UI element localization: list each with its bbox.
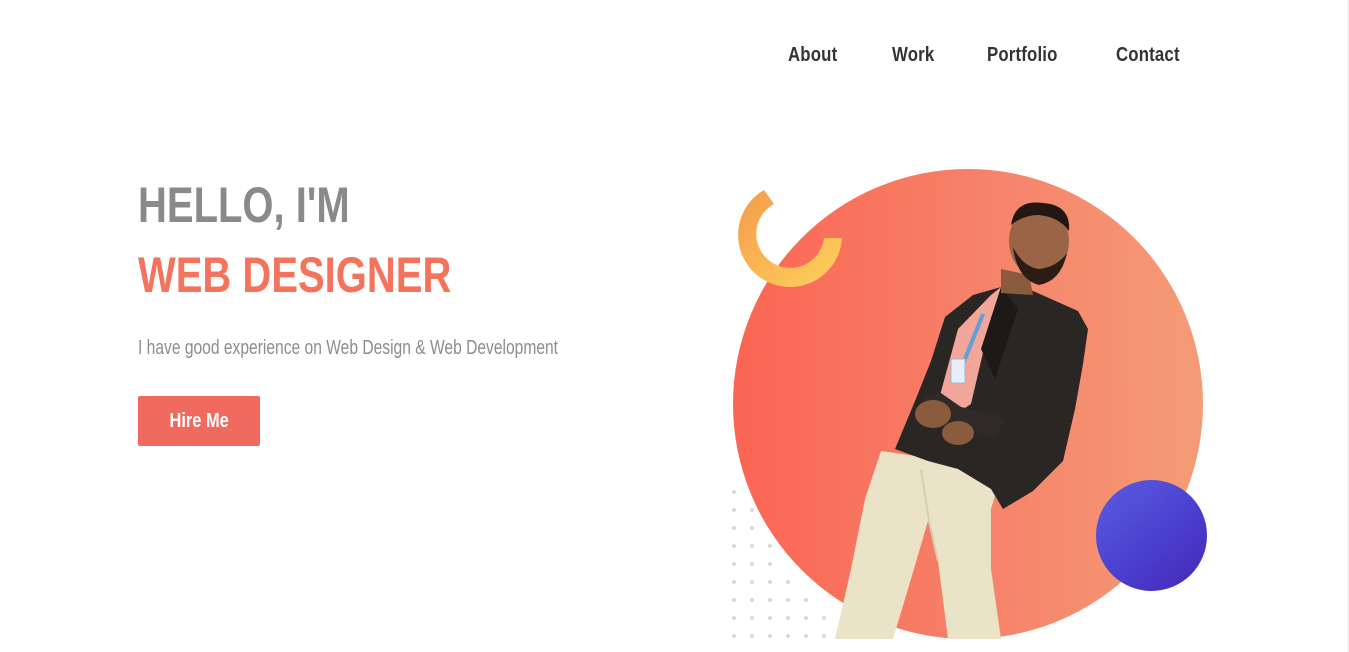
hire-me-label: Hire Me [169, 409, 229, 432]
nav-contact[interactable]: Contact [1116, 44, 1180, 67]
hero-subtitle: I have good experience on Web Design & W… [138, 337, 559, 359]
hero-section: HELLO, I'M WEB DESIGNER I have good expe… [138, 170, 658, 446]
blue-ball-decoration [1096, 480, 1207, 591]
nav-about[interactable]: About [788, 44, 837, 67]
ring-decoration [738, 190, 842, 287]
page: About Work Portfolio Contact HELLO, I'M … [0, 0, 1349, 652]
hire-me-button[interactable]: Hire Me [138, 396, 260, 446]
hero-role: WEB DESIGNER [138, 247, 452, 303]
hero-greeting: HELLO, I'M [138, 177, 350, 233]
main-nav: About Work Portfolio Contact [788, 44, 1192, 67]
nav-work[interactable]: Work [892, 44, 934, 67]
nav-portfolio[interactable]: Portfolio [987, 44, 1058, 67]
